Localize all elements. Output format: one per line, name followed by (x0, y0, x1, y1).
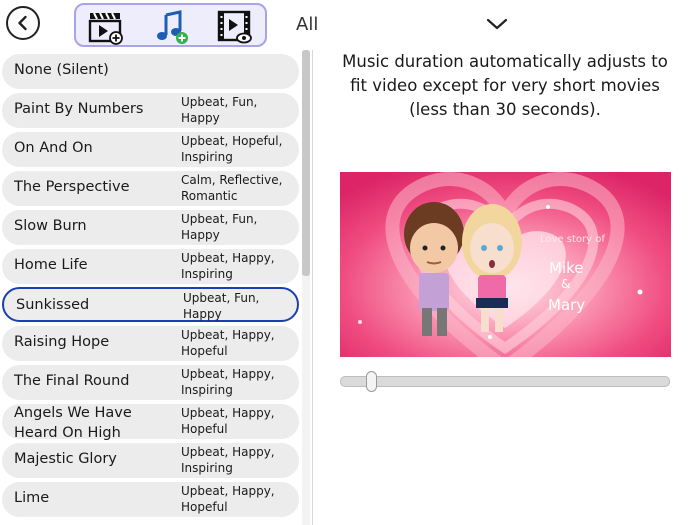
preview-illustration (340, 172, 671, 357)
song-title: Sunkissed (16, 297, 90, 314)
song-tags: Upbeat, Hopeful, Inspiring (181, 133, 283, 164)
music-add-icon (157, 10, 188, 44)
song-title: The Perspective (14, 178, 130, 195)
song-row[interactable]: Slow Burn Upbeat, Fun, Happy (2, 209, 299, 245)
preview-caption-name2: Mary (548, 296, 586, 314)
song-row[interactable]: Majestic Glory Upbeat, Happy, Inspiring (2, 443, 299, 478)
song-row[interactable]: On And On Upbeat, Hopeful, Inspiring (2, 131, 299, 167)
preview-caption-ampersand: & (561, 277, 571, 291)
song-tags: Upbeat, Fun, Happy (181, 211, 258, 242)
song-row[interactable]: Lime Upbeat, Happy, Hopeful (2, 481, 299, 517)
preview-caption-name1: Mike (549, 259, 584, 277)
preview-caption-subtitle: Love story of (540, 234, 605, 245)
scrollbar-thumb[interactable] (302, 50, 310, 276)
divider (312, 50, 313, 525)
song-row[interactable]: The Perspective Calm, Reflective, Romanti… (2, 170, 299, 206)
preview-video-button[interactable] (216, 9, 254, 45)
duration-info-text: Music duration automatically adjusts to … (342, 52, 668, 119)
song-tags: Upbeat, Fun, Happy (181, 94, 258, 125)
song-title: The Final Round (14, 373, 130, 390)
song-row[interactable]: Angels We Have Heard On High Upbeat, Happ… (2, 404, 299, 441)
song-row[interactable]: None (Silent) (2, 54, 299, 89)
song-tags: Upbeat, Happy, Hopeful (181, 406, 275, 437)
chevron-down-icon (486, 18, 508, 30)
filter-label[interactable]: All (296, 14, 318, 35)
song-list[interactable]: None (Silent) Paint By Numbers Upbeat, Fun… (0, 50, 300, 525)
song-tags: Upbeat, Happy, Inspiring (181, 367, 275, 398)
song-title: On And On (14, 139, 93, 156)
song-title: Majestic Glory (14, 451, 117, 467)
toolbar (0, 0, 330, 50)
media-type-toggle (74, 3, 267, 47)
song-tags: Upbeat, Fun, Happy (183, 291, 260, 322)
song-title: Angels We Have Heard On High (14, 405, 132, 442)
timeline-slider[interactable] (340, 376, 670, 387)
song-title: Paint By Numbers (14, 100, 144, 117)
song-row[interactable]: Paint By Numbers Upbeat, Fun, Happy (2, 92, 299, 128)
song-title: None (Silent) (14, 62, 109, 78)
song-tags: Upbeat, Happy, Hopeful (181, 328, 275, 359)
filter-dropdown-button[interactable] (486, 16, 508, 35)
song-tags: Upbeat, Happy, Inspiring (181, 250, 275, 281)
song-title: Lime (14, 489, 50, 506)
song-row[interactable]: Sunkissed Upbeat, Fun, Happy (2, 287, 299, 323)
song-row[interactable]: Home Life Upbeat, Happy, Inspiring (2, 248, 299, 284)
song-title: Slow Burn (14, 217, 87, 234)
song-tags: Upbeat, Happy, Hopeful (181, 483, 275, 514)
add-video-button[interactable] (87, 9, 125, 45)
video-add-icon (88, 12, 123, 45)
music-picker-pane: None (Silent) Paint By Numbers Upbeat, Fun… (0, 0, 313, 525)
song-title: Raising Hope (14, 334, 110, 351)
song-title: Home Life (14, 256, 88, 273)
song-tags: Calm, Reflective, Romantic (181, 172, 283, 203)
song-tags: Upbeat, Happy, Inspiring (181, 445, 275, 475)
video-preview[interactable] (340, 172, 671, 357)
timeline-slider-thumb[interactable] (366, 371, 378, 392)
video-preview-icon (217, 10, 252, 44)
song-row[interactable]: Raising Hope Upbeat, Happy, Hopeful (2, 326, 299, 362)
back-button[interactable] (6, 6, 40, 40)
song-row[interactable]: The Final Round Upbeat, Happy, Inspiring (2, 365, 299, 401)
add-music-button[interactable] (152, 9, 190, 45)
back-arrow-icon (18, 15, 27, 31)
